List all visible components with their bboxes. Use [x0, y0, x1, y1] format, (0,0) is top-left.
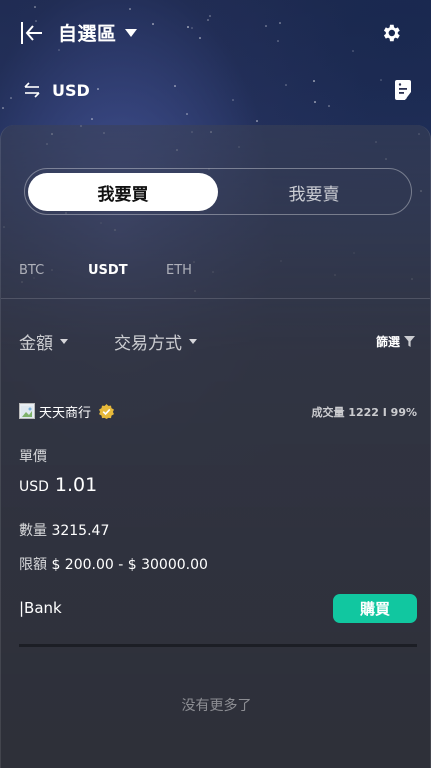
merchant-name[interactable]: 天天商行 — [39, 402, 91, 421]
limit-label: 限額 — [19, 557, 47, 573]
merchant-stats: 成交量 1222 I 99% — [311, 406, 417, 419]
gear-icon[interactable] — [380, 22, 402, 44]
quantity-label: 數量 — [19, 523, 47, 539]
caret-down-icon — [189, 339, 197, 344]
caret-down-icon — [124, 28, 137, 37]
currency-label[interactable]: USD — [52, 81, 90, 100]
verified-icon — [99, 404, 114, 419]
doc-icon[interactable] — [392, 79, 414, 101]
page-title: 自選區 — [58, 23, 117, 45]
watchlist-selector[interactable]: 自選區 — [58, 19, 137, 46]
tab-sell[interactable]: 我要賣 — [219, 173, 409, 211]
market-panel: 我要買 我要賣 BTC USDT ETH 金額 交易方式 篩選 天天商行 成交量… — [0, 125, 431, 768]
screen-filter-label: 篩選 — [376, 335, 401, 349]
star — [186, 113, 188, 115]
buy-sell-toggle: 我要買 我要賣 — [24, 168, 412, 215]
payment-method: |Bank — [19, 599, 62, 617]
tab-buy[interactable]: 我要買 — [28, 173, 218, 211]
no-more-text: 没有更多了 — [181, 698, 252, 714]
divider — [1, 298, 430, 299]
filter-bar: 金額 交易方式 篩選 — [1, 329, 431, 354]
quantity-row: 數量 3215.47 — [19, 520, 109, 540]
price-row: USD 1.01 — [19, 474, 97, 496]
funnel-icon — [404, 336, 416, 347]
limit-row: 限額 $ 200.00 - $ 30000.00 — [19, 554, 208, 574]
star — [256, 120, 258, 122]
currency-row: USD — [0, 76, 431, 106]
amount-filter-label: 金額 — [19, 334, 53, 354]
caret-down-icon — [60, 339, 68, 344]
header: 自選區 — [0, 0, 431, 66]
tab-usdt[interactable]: USDT — [88, 263, 128, 278]
merchant-row: 天天商行 成交量 1222 I 99% — [19, 402, 417, 422]
swap-icon[interactable] — [24, 82, 40, 98]
price-currency: USD — [19, 479, 49, 495]
payment-filter[interactable]: 交易方式 — [114, 329, 197, 354]
screen-filter-button[interactable]: 篩選 — [376, 333, 416, 350]
star — [2, 107, 4, 109]
limit-value: $ 200.00 - $ 30000.00 — [51, 557, 208, 573]
quantity-value: 3215.47 — [51, 523, 110, 539]
tab-btc[interactable]: BTC — [19, 263, 44, 278]
card-divider — [19, 644, 417, 647]
amount-filter[interactable]: 金額 — [19, 329, 68, 354]
star — [91, 118, 93, 120]
payment-filter-label: 交易方式 — [114, 334, 182, 354]
avatar — [19, 403, 35, 419]
price-value: 1.01 — [54, 474, 98, 496]
price-label: 單價 — [19, 449, 47, 465]
buy-button[interactable]: 購買 — [333, 594, 417, 623]
back-icon[interactable] — [20, 20, 44, 46]
tab-eth[interactable]: ETH — [166, 263, 192, 278]
